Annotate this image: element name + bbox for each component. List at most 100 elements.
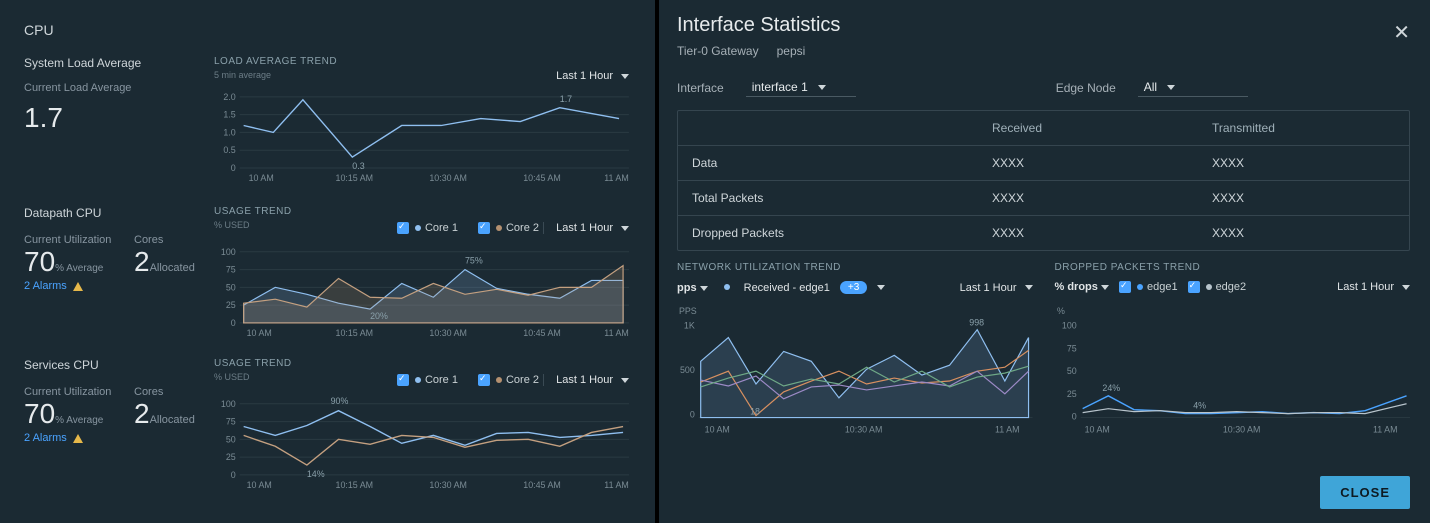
svg-text:14%: 14% xyxy=(307,469,325,479)
statistics-table: Received Transmitted Data XXXX XXXX Tota… xyxy=(677,110,1410,251)
warning-icon xyxy=(73,282,83,291)
current-load-value: 1.7 xyxy=(24,102,63,134)
svg-text:10:45 AM: 10:45 AM xyxy=(523,480,561,490)
svg-text:1.0: 1.0 xyxy=(223,127,235,137)
current-utilization: Current Utilization 70% Average xyxy=(24,386,111,430)
network-utilization-chart: PPS 1K 500 0 10 AM 10:30 AM 11 AM 18 998 xyxy=(677,304,1033,442)
dropped-packets-chart: % 100 75 50 25 0 10 AM 10:30 AM 11 AM 24… xyxy=(1055,304,1411,442)
svg-text:100: 100 xyxy=(221,399,236,409)
svg-text:100: 100 xyxy=(1061,321,1076,331)
trend-title: DROPPED PACKETS TREND xyxy=(1055,262,1411,273)
svg-text:20%: 20% xyxy=(370,311,388,321)
chevron-down-icon xyxy=(818,85,826,90)
svg-text:11 AM: 11 AM xyxy=(604,173,628,183)
svg-text:10 AM: 10 AM xyxy=(247,480,272,490)
close-button[interactable]: CLOSE xyxy=(1320,476,1410,509)
svg-text:10:45 AM: 10:45 AM xyxy=(523,173,560,183)
svg-text:10:15 AM: 10:15 AM xyxy=(336,328,374,338)
svg-text:%: % xyxy=(1056,306,1064,316)
svg-text:10:30 AM: 10:30 AM xyxy=(429,480,467,490)
svg-text:10 AM: 10 AM xyxy=(1084,424,1109,434)
chevron-down-icon xyxy=(621,378,629,383)
panel-title: Interface Statistics xyxy=(677,14,840,37)
svg-text:11 AM: 11 AM xyxy=(1372,424,1397,434)
svg-text:75: 75 xyxy=(226,417,236,427)
svg-text:25: 25 xyxy=(226,300,236,310)
svg-text:75%: 75% xyxy=(465,256,483,266)
svg-text:10:15 AM: 10:15 AM xyxy=(336,173,373,183)
chevron-down-icon xyxy=(700,286,708,291)
services-cpu-section: Services CPU Current Utilization 70% Ave… xyxy=(24,358,639,496)
time-range-dropdown[interactable]: Last 1 Hour xyxy=(543,222,629,234)
trend-title: USAGE TREND xyxy=(214,358,292,369)
svg-text:500: 500 xyxy=(680,365,695,375)
table-row: Total Packets XXXX XXXX xyxy=(678,181,1409,216)
chevron-down-icon xyxy=(1402,285,1410,290)
svg-text:0: 0 xyxy=(1071,412,1076,422)
interface-statistics-panel: Interface Statistics Tier-0 Gatewaypepsi… xyxy=(659,0,1430,523)
svg-text:0: 0 xyxy=(690,410,695,420)
svg-text:10:30 AM: 10:30 AM xyxy=(1222,424,1260,434)
edge-node-dropdown[interactable]: All xyxy=(1138,78,1248,97)
svg-text:50: 50 xyxy=(226,282,236,292)
more-series-pill[interactable]: +3 xyxy=(840,281,867,294)
unit-dropdown[interactable]: pps xyxy=(677,282,708,294)
cpu-panel: CPU System Load Average Current Load Ave… xyxy=(0,0,655,523)
svg-text:10:30 AM: 10:30 AM xyxy=(429,328,467,338)
close-icon[interactable]: ✕ xyxy=(1393,20,1410,45)
network-utilization-trend: NETWORK UTILIZATION TREND pps Received -… xyxy=(677,262,1033,452)
section-header: Services CPU xyxy=(24,358,99,372)
svg-text:11 AM: 11 AM xyxy=(604,480,629,490)
svg-text:11 AM: 11 AM xyxy=(604,328,629,338)
svg-text:11 AM: 11 AM xyxy=(995,424,1020,434)
edge-node-label: Edge Node xyxy=(1056,81,1116,95)
time-range-dropdown[interactable]: Last 1 Hour xyxy=(556,70,629,82)
legend-edge2-toggle[interactable]: edge2 xyxy=(1188,281,1247,293)
legend-edge1-toggle[interactable]: edge1 xyxy=(1119,281,1178,293)
system-load-section: System Load Average Current Load Average… xyxy=(24,56,639,188)
chevron-down-icon xyxy=(1167,85,1175,90)
svg-text:90%: 90% xyxy=(331,396,349,406)
table-header-row: Received Transmitted xyxy=(678,111,1409,146)
legend-core1-toggle[interactable]: Core 1 xyxy=(397,222,458,234)
legend-core2-toggle[interactable]: Core 2 xyxy=(478,374,539,386)
time-range-dropdown[interactable]: Last 1 Hour xyxy=(1337,281,1410,293)
legend-series: Received - edge1 xyxy=(744,282,830,294)
legend-core2-toggle[interactable]: Core 2 xyxy=(478,222,539,234)
alarms-link[interactable]: 2 Alarms xyxy=(24,432,83,444)
table-row: Data XXXX XXXX xyxy=(678,146,1409,181)
chevron-down-icon[interactable] xyxy=(877,285,885,290)
unit-dropdown[interactable]: % drops xyxy=(1055,281,1109,293)
current-load-label: Current Load Average xyxy=(24,82,131,94)
svg-text:10 AM: 10 AM xyxy=(247,328,272,338)
svg-text:998: 998 xyxy=(969,318,984,328)
chart-legend: Core 1 Core 2 xyxy=(397,374,539,386)
trend-title: NETWORK UTILIZATION TREND xyxy=(677,262,1033,273)
svg-text:50: 50 xyxy=(226,434,236,444)
panel-title: CPU xyxy=(24,22,54,38)
time-range-dropdown[interactable]: Last 1 Hour xyxy=(960,282,1033,294)
svg-text:0: 0 xyxy=(231,163,236,173)
legend-core1-toggle[interactable]: Core 1 xyxy=(397,374,458,386)
time-range-dropdown[interactable]: Last 1 Hour xyxy=(543,374,629,386)
chart-legend: Core 1 Core 2 xyxy=(397,222,539,234)
svg-text:0.3: 0.3 xyxy=(352,161,364,171)
svg-text:18: 18 xyxy=(750,407,760,417)
svg-text:24%: 24% xyxy=(1102,383,1120,393)
svg-text:0: 0 xyxy=(231,318,236,328)
trend-title: USAGE TREND xyxy=(214,206,292,217)
svg-text:50: 50 xyxy=(1066,366,1076,376)
svg-text:2.0: 2.0 xyxy=(223,92,235,102)
cores-allocated: Cores 2Allocated xyxy=(134,386,195,430)
services-cpu-chart: 0 25 50 75 100 10 AM 10:15 AM 10:30 AM 1… xyxy=(214,386,629,490)
trend-subtitle: % USED xyxy=(214,220,250,230)
svg-text:25: 25 xyxy=(1066,389,1076,399)
datapath-cpu-chart: 0 25 50 75 100 10 AM 10:15 AM 10:30 AM 1… xyxy=(214,234,629,338)
trend-subtitle: 5 min average xyxy=(214,70,271,80)
chevron-down-icon xyxy=(621,226,629,231)
alarms-link[interactable]: 2 Alarms xyxy=(24,280,83,292)
interface-dropdown[interactable]: interface 1 xyxy=(746,78,856,97)
svg-text:PPS: PPS xyxy=(679,306,697,316)
svg-text:75: 75 xyxy=(1066,343,1076,353)
column-transmitted: Transmitted xyxy=(1198,111,1409,145)
